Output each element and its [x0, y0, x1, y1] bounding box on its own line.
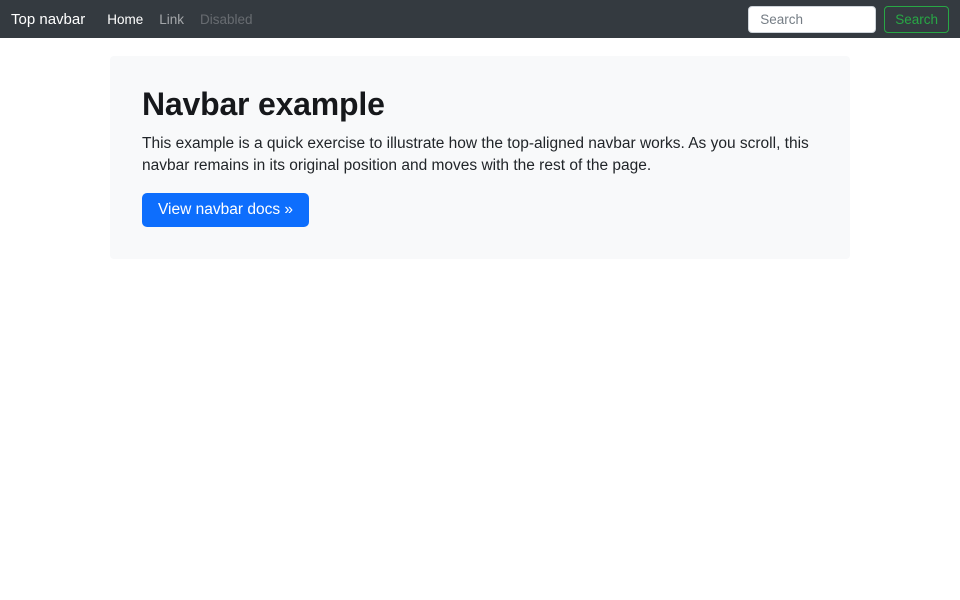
top-navbar: Top navbar Home Link Disabled Search [0, 0, 960, 38]
nav-item-link[interactable]: Link [151, 6, 192, 33]
search-input[interactable] [748, 5, 877, 33]
nav-item-home[interactable]: Home [99, 6, 151, 33]
nav-item: Home [99, 6, 151, 33]
view-navbar-docs-button[interactable]: View navbar docs » [142, 192, 309, 227]
jumbotron-description: This example is a quick exercise to illu… [142, 135, 809, 175]
search-button[interactable]: Search [884, 5, 949, 33]
navbar-brand[interactable]: Top navbar [11, 11, 85, 28]
nav-item-disabled: Disabled [200, 11, 253, 27]
main-container: Navbar example This example is a quick e… [110, 56, 850, 259]
nav-item: Disabled [192, 6, 261, 33]
jumbotron: Navbar example This example is a quick e… [110, 56, 850, 259]
navbar-nav: Home Link Disabled [99, 6, 260, 33]
search-form: Search [748, 5, 949, 33]
nav-item: Link [151, 6, 192, 33]
page-title: Navbar example [142, 86, 385, 122]
